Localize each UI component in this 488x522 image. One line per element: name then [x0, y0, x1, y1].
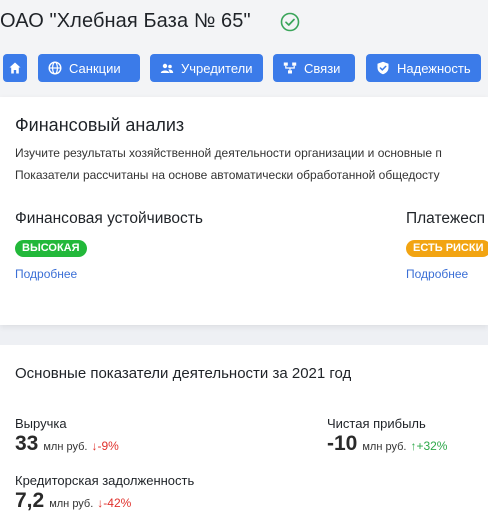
solvency-badge: ЕСТЬ РИСКИ — [406, 240, 488, 257]
revenue-value-row: 33 млн руб. ↓-9% — [15, 432, 119, 456]
network-icon — [283, 62, 297, 74]
main-indicators-card: Основные показатели деятельности за 2021… — [0, 345, 488, 522]
stability-badge: ВЫСОКАЯ — [15, 240, 87, 257]
net-profit-value-row: -10 млн руб. ↑+32% — [327, 432, 447, 456]
financial-analysis-card: Финансовый анализ Изучите результаты хоз… — [0, 97, 488, 325]
payables-value-row: 7,2 млн руб. ↓-42% — [15, 489, 131, 513]
founders-button[interactable]: Учредители — [150, 54, 263, 82]
financial-desc-line1: Изучите результаты хозяйственной деятель… — [15, 146, 442, 160]
net-profit-value: -10 — [327, 432, 358, 455]
net-profit-label: Чистая прибыль — [327, 416, 426, 431]
reliability-label: Надежность — [397, 60, 471, 76]
solvency-more-link[interactable]: Подробнее — [406, 267, 468, 281]
solvency-label: Платежесп — [406, 210, 485, 227]
revenue-change: ↓-9% — [91, 439, 119, 453]
links-label: Связи — [304, 60, 341, 76]
stability-more-link[interactable]: Подробнее — [15, 267, 77, 281]
check-circle-icon — [280, 12, 300, 32]
stability-label: Финансовая устойчивость — [15, 210, 203, 227]
net-profit-unit: млн руб. — [362, 441, 407, 453]
users-icon — [160, 63, 174, 73]
payables-unit: млн руб. — [49, 498, 94, 510]
revenue-unit: млн руб. — [43, 441, 88, 453]
company-title: ОАО "Хлебная База № 65" — [0, 10, 251, 32]
home-button[interactable] — [3, 54, 27, 82]
payables-change: ↓-42% — [97, 496, 132, 510]
financial-desc-line2: Показатели рассчитаны на основе автомати… — [15, 168, 440, 182]
main-indicators-title: Основные показатели деятельности за 2021… — [15, 365, 352, 382]
financial-analysis-title: Финансовый анализ — [15, 115, 185, 135]
revenue-value: 33 — [15, 432, 39, 455]
links-button[interactable]: Связи — [273, 54, 355, 82]
payables-label: Кредиторская задолженность — [15, 473, 195, 488]
net-profit-change: ↑+32% — [410, 439, 448, 453]
revenue-label: Выручка — [15, 416, 67, 431]
payables-value: 7,2 — [15, 489, 45, 512]
sanctions-label: Санкции — [69, 60, 121, 76]
globe-icon — [48, 61, 62, 75]
home-icon — [9, 62, 21, 74]
sanctions-button[interactable]: Санкции — [38, 54, 140, 82]
reliability-button[interactable]: Надежность — [366, 54, 481, 82]
shield-check-icon — [377, 61, 389, 75]
founders-label: Учредители — [181, 60, 253, 76]
